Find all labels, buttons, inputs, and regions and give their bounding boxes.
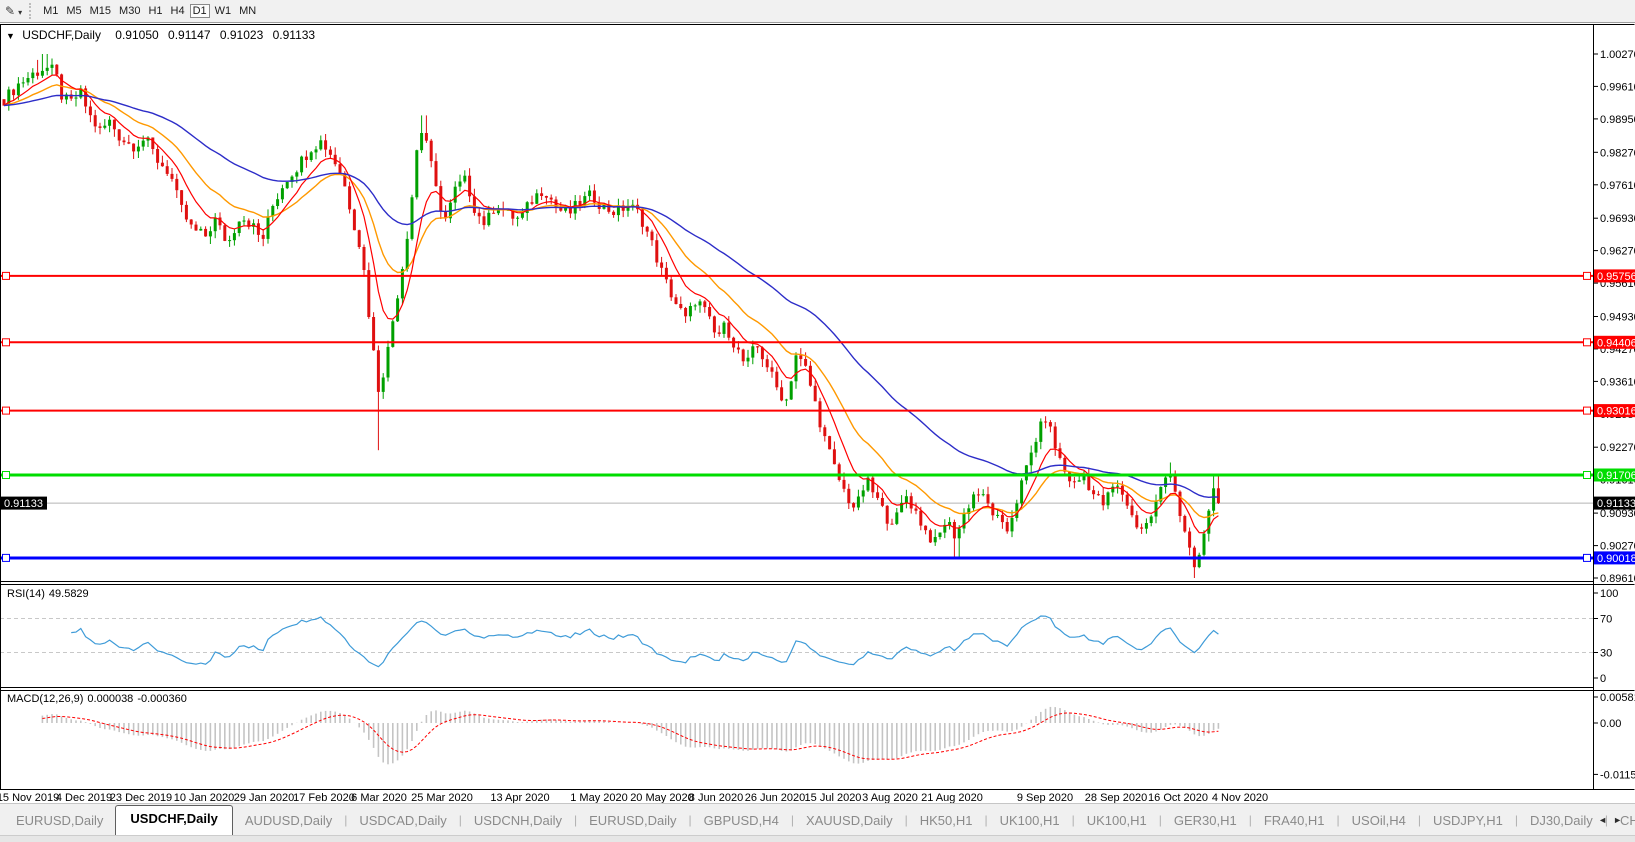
svg-text:0.92270: 0.92270 <box>1600 442 1635 454</box>
macd-signal-line <box>42 713 1218 759</box>
tab-scroll-left-icon[interactable]: ◄ <box>1598 815 1613 825</box>
svg-text:70: 70 <box>1600 614 1612 626</box>
timeframe-button-H1[interactable]: H1 <box>145 4 165 18</box>
timeframe-button-M15[interactable]: M15 <box>87 4 114 18</box>
toolbar-grip[interactable] <box>29 3 31 19</box>
symbol-tab-EURUSD-Daily[interactable]: EURUSD,Daily <box>4 807 115 835</box>
svg-text:0.00: 0.00 <box>1600 718 1621 730</box>
timeframe-button-MN[interactable]: MN <box>236 4 259 18</box>
timeframe-buttons: M1M5M15M30H1H4D1W1MN <box>39 1 260 21</box>
ma-slow-line <box>4 95 1218 497</box>
svg-text:0.90270: 0.90270 <box>1600 541 1635 553</box>
svg-text:0.98950: 0.98950 <box>1600 114 1635 126</box>
drawing-tool-icon[interactable]: ✎▾ <box>5 4 22 18</box>
symbol-tab-DJ30-Daily[interactable]: DJ30,Daily <box>1518 807 1605 835</box>
ohlc-open: 0.91050 <box>115 28 158 42</box>
hline-0.93016[interactable]: 0.93016 <box>0 404 1635 418</box>
symbol-tab-XAUUSD-Daily[interactable]: XAUUSD,Daily <box>794 807 905 835</box>
symbol-tab-USDJPY-H1[interactable]: USDJPY,H1 <box>1421 807 1515 835</box>
symbol-tab-USDCNH-Daily[interactable]: USDCNH,Daily <box>462 807 574 835</box>
symbol-tab-FRA40-H1[interactable]: FRA40,H1 <box>1252 807 1337 835</box>
symbol-tab-UK100-H1[interactable]: UK100,H1 <box>1075 807 1159 835</box>
svg-text:0.93610: 0.93610 <box>1600 376 1635 388</box>
tabbar-understrip <box>0 835 1635 842</box>
hline-0.95756[interactable]: 0.95756 <box>0 269 1635 283</box>
timeframe-button-M5[interactable]: M5 <box>63 4 84 18</box>
symbol-tab-USDCAD-Daily[interactable]: USDCAD,Daily <box>347 807 458 835</box>
symbol-tab-GBPUSD-H4[interactable]: GBPUSD,H4 <box>692 807 791 835</box>
svg-text:0.91133: 0.91133 <box>4 498 43 510</box>
symbol-tab-GER30-H1[interactable]: GER30,H1 <box>1162 807 1249 835</box>
ma-fast-line <box>4 75 1218 533</box>
timeframe-button-M30[interactable]: M30 <box>116 4 143 18</box>
hline-0.94406[interactable]: 0.94406 <box>0 336 1635 350</box>
timeframe-button-H4[interactable]: H4 <box>168 4 188 18</box>
macd-label: MACD(12,26,9)0.000038-0.000360 <box>7 693 191 705</box>
svg-text:0.97610: 0.97610 <box>1600 180 1635 192</box>
timeframe-button-M1[interactable]: M1 <box>40 4 61 18</box>
svg-text:0.99610: 0.99610 <box>1600 81 1635 93</box>
timeframe-toolbar: ✎▾ M1M5M15M30H1H4D1W1MN <box>0 0 1635 23</box>
chart-title: ▼ USDCHF,Daily 0.91050 0.91147 0.91023 0… <box>6 28 315 42</box>
symbol-period-label: USDCHF,Daily <box>22 28 101 42</box>
svg-text:-0.01151: -0.01151 <box>1600 769 1635 781</box>
svg-text:0.94930: 0.94930 <box>1600 312 1635 324</box>
tab-scroll-right-icon[interactable]: ► <box>1613 815 1628 825</box>
timeframe-button-W1[interactable]: W1 <box>212 4 235 18</box>
symbol-tab-UK100-H1[interactable]: UK100,H1 <box>988 807 1072 835</box>
timeframe-button-D1[interactable]: D1 <box>190 4 210 18</box>
macd-histogram <box>42 707 1218 764</box>
dropdown-arrow-icon[interactable]: ▾ <box>18 8 22 17</box>
symbol-tab-AUDUSD-Daily[interactable]: AUDUSD,Daily <box>233 807 344 835</box>
candlestick-series <box>3 54 1220 578</box>
hline-0.91706[interactable]: 0.91706 <box>0 469 1635 483</box>
collapse-icon[interactable]: ▼ <box>6 31 15 41</box>
svg-text:1.00270: 1.00270 <box>1600 49 1635 61</box>
rsi-label: RSI(14)49.5829 <box>7 588 93 600</box>
symbol-tab-EURUSD-Daily[interactable]: EURUSD,Daily <box>577 807 688 835</box>
svg-text:0.93016: 0.93016 <box>1597 406 1635 418</box>
ohlc-high: 0.91147 <box>168 28 211 42</box>
svg-text:0.005818: 0.005818 <box>1600 692 1635 704</box>
svg-text:0.91706: 0.91706 <box>1597 470 1635 482</box>
svg-text:0.94406: 0.94406 <box>1597 337 1635 349</box>
hline-0.90018[interactable]: 0.90018 <box>0 551 1635 565</box>
rsi-line <box>71 616 1218 667</box>
svg-text:0.98270: 0.98270 <box>1600 147 1635 159</box>
svg-text:0.96930: 0.96930 <box>1600 213 1635 225</box>
svg-text:0.90018: 0.90018 <box>1597 553 1635 565</box>
svg-text:0: 0 <box>1600 673 1606 685</box>
svg-text:100: 100 <box>1600 588 1618 600</box>
svg-text:30: 30 <box>1600 648 1612 660</box>
symbol-tab-USDCHF-Daily[interactable]: USDCHF,Daily <box>115 805 232 835</box>
svg-text:0.91133: 0.91133 <box>1597 498 1635 510</box>
ohlc-close: 0.91133 <box>273 28 316 42</box>
chart-canvas[interactable]: 1.00270 0.99610 0.98950 0.98270 0.97610 0.969… <box>0 0 1635 840</box>
ohlc-low: 0.91023 <box>220 28 263 42</box>
svg-text:0.96270: 0.96270 <box>1600 246 1635 258</box>
svg-text:0.89610: 0.89610 <box>1600 573 1635 585</box>
svg-text:0.95756: 0.95756 <box>1597 271 1635 283</box>
symbol-tab-bar: EURUSD,DailyUSDCHF,DailyAUDUSD,Daily|USD… <box>0 803 1635 840</box>
symbol-tab-USOil-H4[interactable]: USOil,H4 <box>1340 807 1418 835</box>
symbol-tab-HK50-H1[interactable]: HK50,H1 <box>908 807 985 835</box>
